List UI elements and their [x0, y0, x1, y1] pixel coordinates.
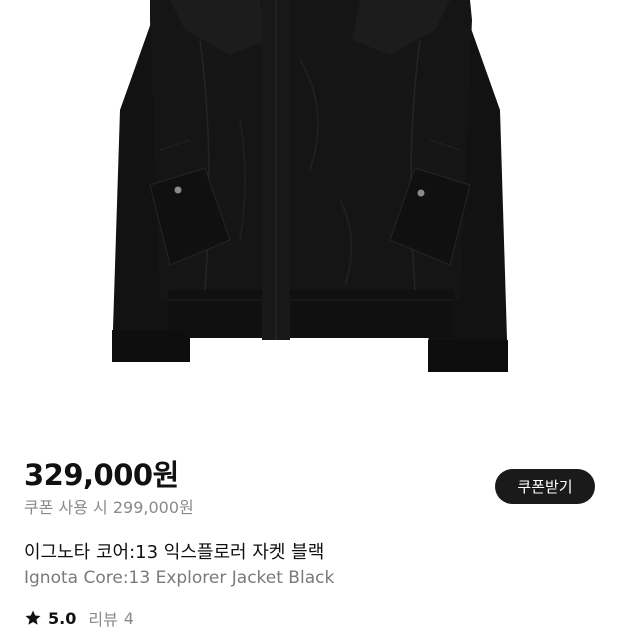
- review-count: 4: [123, 608, 134, 628]
- jacket-photo: [112, 0, 508, 372]
- coupon-price-text: 쿠폰 사용 시 299,000원: [24, 498, 194, 517]
- review-label: 리뷰: [88, 610, 118, 629]
- product-price: 329,000원: [24, 458, 179, 492]
- star-icon: [24, 609, 42, 627]
- product-image[interactable]: [0, 0, 620, 430]
- get-coupon-button[interactable]: 쿠폰받기: [495, 469, 595, 504]
- product-name-korean: 이그노타 코어:13 익스플로러 자켓 블랙: [24, 542, 325, 563]
- product-name-english: Ignota Core:13 Explorer Jacket Black: [24, 568, 335, 588]
- rating-summary[interactable]: 5.0 리뷰 4: [24, 607, 134, 629]
- rating-value: 5.0: [48, 608, 77, 628]
